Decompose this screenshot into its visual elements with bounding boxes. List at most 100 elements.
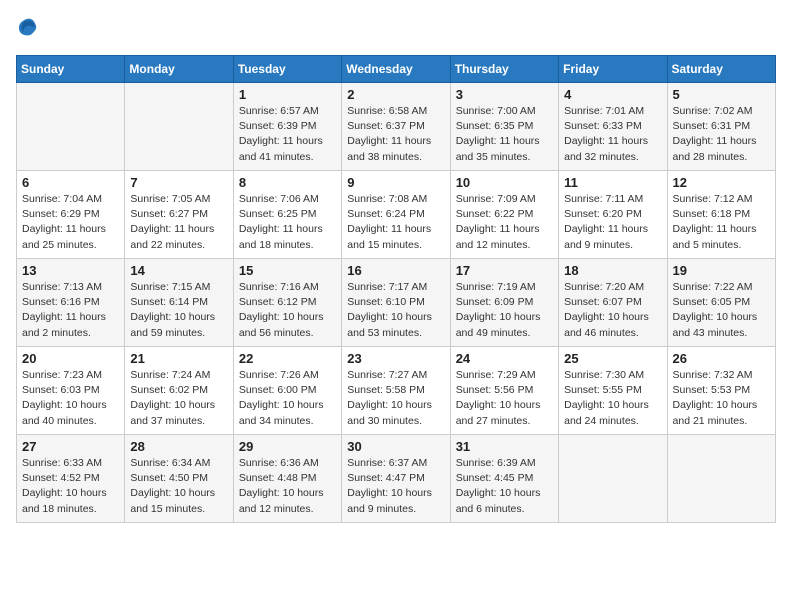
day-detail: Sunrise: 7:27 AMSunset: 5:58 PMDaylight:…	[347, 368, 444, 429]
day-number: 31	[456, 439, 553, 454]
day-detail: Sunrise: 7:04 AMSunset: 6:29 PMDaylight:…	[22, 192, 119, 253]
day-detail: Sunrise: 7:24 AMSunset: 6:02 PMDaylight:…	[130, 368, 227, 429]
day-number: 11	[564, 175, 661, 190]
calendar-table: SundayMondayTuesdayWednesdayThursdayFrid…	[16, 55, 776, 523]
calendar-cell	[17, 83, 125, 171]
day-number: 27	[22, 439, 119, 454]
calendar-cell: 7 Sunrise: 7:05 AMSunset: 6:27 PMDaylight…	[125, 171, 233, 259]
calendar-cell: 2 Sunrise: 6:58 AMSunset: 6:37 PMDaylight…	[342, 83, 450, 171]
calendar-cell: 10 Sunrise: 7:09 AMSunset: 6:22 PMDayligh…	[450, 171, 558, 259]
day-detail: Sunrise: 6:37 AMSunset: 4:47 PMDaylight:…	[347, 456, 444, 517]
day-detail: Sunrise: 7:09 AMSunset: 6:22 PMDaylight:…	[456, 192, 553, 253]
day-number: 7	[130, 175, 227, 190]
day-detail: Sunrise: 6:58 AMSunset: 6:37 PMDaylight:…	[347, 104, 444, 165]
page-header	[16, 16, 776, 43]
day-of-week-header: Tuesday	[233, 56, 341, 83]
day-detail: Sunrise: 6:57 AMSunset: 6:39 PMDaylight:…	[239, 104, 336, 165]
calendar-cell: 22Sunrise: 7:26 AMSunset: 6:00 PMDayligh…	[233, 347, 341, 435]
day-number: 28	[130, 439, 227, 454]
day-number: 10	[456, 175, 553, 190]
calendar-cell: 31 Sunrise: 6:39 AMSunset: 4:45 PMDayligh…	[450, 435, 558, 523]
calendar-cell: 26Sunrise: 7:32 AMSunset: 5:53 PMDayligh…	[667, 347, 775, 435]
calendar-cell: 11 Sunrise: 7:11 AMSunset: 6:20 PMDayligh…	[559, 171, 667, 259]
day-of-week-header: Wednesday	[342, 56, 450, 83]
day-detail: Sunrise: 6:39 AMSunset: 4:45 PMDaylight:…	[456, 456, 553, 517]
calendar-cell: 6 Sunrise: 7:04 AMSunset: 6:29 PMDaylight…	[17, 171, 125, 259]
calendar-cell: 18 Sunrise: 7:20 AMSunset: 6:07 PMDayligh…	[559, 259, 667, 347]
day-of-week-header: Saturday	[667, 56, 775, 83]
day-number: 9	[347, 175, 444, 190]
day-detail: Sunrise: 6:34 AMSunset: 4:50 PMDaylight:…	[130, 456, 227, 517]
day-number: 12	[673, 175, 770, 190]
day-detail: Sunrise: 7:16 AMSunset: 6:12 PMDaylight:…	[239, 280, 336, 341]
calendar-cell: 17Sunrise: 7:19 AMSunset: 6:09 PMDayligh…	[450, 259, 558, 347]
day-number: 17	[456, 263, 553, 278]
calendar-cell: 1 Sunrise: 6:57 AMSunset: 6:39 PMDaylight…	[233, 83, 341, 171]
calendar-cell: 16 Sunrise: 7:17 AMSunset: 6:10 PMDayligh…	[342, 259, 450, 347]
day-of-week-header: Thursday	[450, 56, 558, 83]
calendar-week-row: 13 Sunrise: 7:13 AMSunset: 6:16 PMDayligh…	[17, 259, 776, 347]
day-number: 22	[239, 351, 336, 366]
day-of-week-header: Friday	[559, 56, 667, 83]
logo	[16, 16, 42, 43]
day-detail: Sunrise: 7:17 AMSunset: 6:10 PMDaylight:…	[347, 280, 444, 341]
day-detail: Sunrise: 7:11 AMSunset: 6:20 PMDaylight:…	[564, 192, 661, 253]
calendar-cell	[125, 83, 233, 171]
day-detail: Sunrise: 7:05 AMSunset: 6:27 PMDaylight:…	[130, 192, 227, 253]
calendar-cell: 27 Sunrise: 6:33 AMSunset: 4:52 PMDayligh…	[17, 435, 125, 523]
calendar-cell: 14 Sunrise: 7:15 AMSunset: 6:14 PMDayligh…	[125, 259, 233, 347]
calendar-cell: 25 Sunrise: 7:30 AMSunset: 5:55 PMDayligh…	[559, 347, 667, 435]
day-number: 23	[347, 351, 444, 366]
day-detail: Sunrise: 7:06 AMSunset: 6:25 PMDaylight:…	[239, 192, 336, 253]
calendar-cell: 13 Sunrise: 7:13 AMSunset: 6:16 PMDayligh…	[17, 259, 125, 347]
day-detail: Sunrise: 7:12 AMSunset: 6:18 PMDaylight:…	[673, 192, 770, 253]
day-detail: Sunrise: 7:20 AMSunset: 6:07 PMDaylight:…	[564, 280, 661, 341]
day-detail: Sunrise: 7:13 AMSunset: 6:16 PMDaylight:…	[22, 280, 119, 341]
day-number: 24	[456, 351, 553, 366]
day-number: 13	[22, 263, 119, 278]
calendar-cell: 3 Sunrise: 7:00 AMSunset: 6:35 PMDaylight…	[450, 83, 558, 171]
calendar-cell: 12 Sunrise: 7:12 AMSunset: 6:18 PMDayligh…	[667, 171, 775, 259]
day-number: 16	[347, 263, 444, 278]
day-detail: Sunrise: 7:02 AMSunset: 6:31 PMDaylight:…	[673, 104, 770, 165]
day-detail: Sunrise: 7:15 AMSunset: 6:14 PMDaylight:…	[130, 280, 227, 341]
day-detail: Sunrise: 6:33 AMSunset: 4:52 PMDaylight:…	[22, 456, 119, 517]
calendar-week-row: 20 Sunrise: 7:23 AMSunset: 6:03 PMDayligh…	[17, 347, 776, 435]
day-number: 20	[22, 351, 119, 366]
calendar-cell: 5Sunrise: 7:02 AMSunset: 6:31 PMDaylight…	[667, 83, 775, 171]
calendar-cell: 24 Sunrise: 7:29 AMSunset: 5:56 PMDayligh…	[450, 347, 558, 435]
day-of-week-header: Sunday	[17, 56, 125, 83]
day-number: 1	[239, 87, 336, 102]
calendar-cell: 4Sunrise: 7:01 AMSunset: 6:33 PMDaylight…	[559, 83, 667, 171]
day-number: 4	[564, 87, 661, 102]
calendar-cell: 9 Sunrise: 7:08 AMSunset: 6:24 PMDaylight…	[342, 171, 450, 259]
day-number: 29	[239, 439, 336, 454]
day-number: 15	[239, 263, 336, 278]
logo-icon	[16, 16, 38, 38]
calendar-cell: 20 Sunrise: 7:23 AMSunset: 6:03 PMDayligh…	[17, 347, 125, 435]
calendar-cell	[559, 435, 667, 523]
calendar-cell	[667, 435, 775, 523]
day-number: 2	[347, 87, 444, 102]
day-number: 19	[673, 263, 770, 278]
calendar-cell: 29 Sunrise: 6:36 AMSunset: 4:48 PMDayligh…	[233, 435, 341, 523]
day-detail: Sunrise: 7:32 AMSunset: 5:53 PMDaylight:…	[673, 368, 770, 429]
day-number: 6	[22, 175, 119, 190]
day-detail: Sunrise: 7:23 AMSunset: 6:03 PMDaylight:…	[22, 368, 119, 429]
day-number: 30	[347, 439, 444, 454]
day-detail: Sunrise: 7:30 AMSunset: 5:55 PMDaylight:…	[564, 368, 661, 429]
calendar-header-row: SundayMondayTuesdayWednesdayThursdayFrid…	[17, 56, 776, 83]
calendar-cell: 30 Sunrise: 6:37 AMSunset: 4:47 PMDayligh…	[342, 435, 450, 523]
calendar-cell: 8Sunrise: 7:06 AMSunset: 6:25 PMDaylight…	[233, 171, 341, 259]
day-number: 3	[456, 87, 553, 102]
day-number: 14	[130, 263, 227, 278]
day-detail: Sunrise: 6:36 AMSunset: 4:48 PMDaylight:…	[239, 456, 336, 517]
calendar-cell: 23 Sunrise: 7:27 AMSunset: 5:58 PMDayligh…	[342, 347, 450, 435]
day-detail: Sunrise: 7:08 AMSunset: 6:24 PMDaylight:…	[347, 192, 444, 253]
day-number: 18	[564, 263, 661, 278]
day-detail: Sunrise: 7:00 AMSunset: 6:35 PMDaylight:…	[456, 104, 553, 165]
day-number: 25	[564, 351, 661, 366]
calendar-week-row: 6 Sunrise: 7:04 AMSunset: 6:29 PMDaylight…	[17, 171, 776, 259]
calendar-week-row: 27 Sunrise: 6:33 AMSunset: 4:52 PMDayligh…	[17, 435, 776, 523]
day-detail: Sunrise: 7:29 AMSunset: 5:56 PMDaylight:…	[456, 368, 553, 429]
